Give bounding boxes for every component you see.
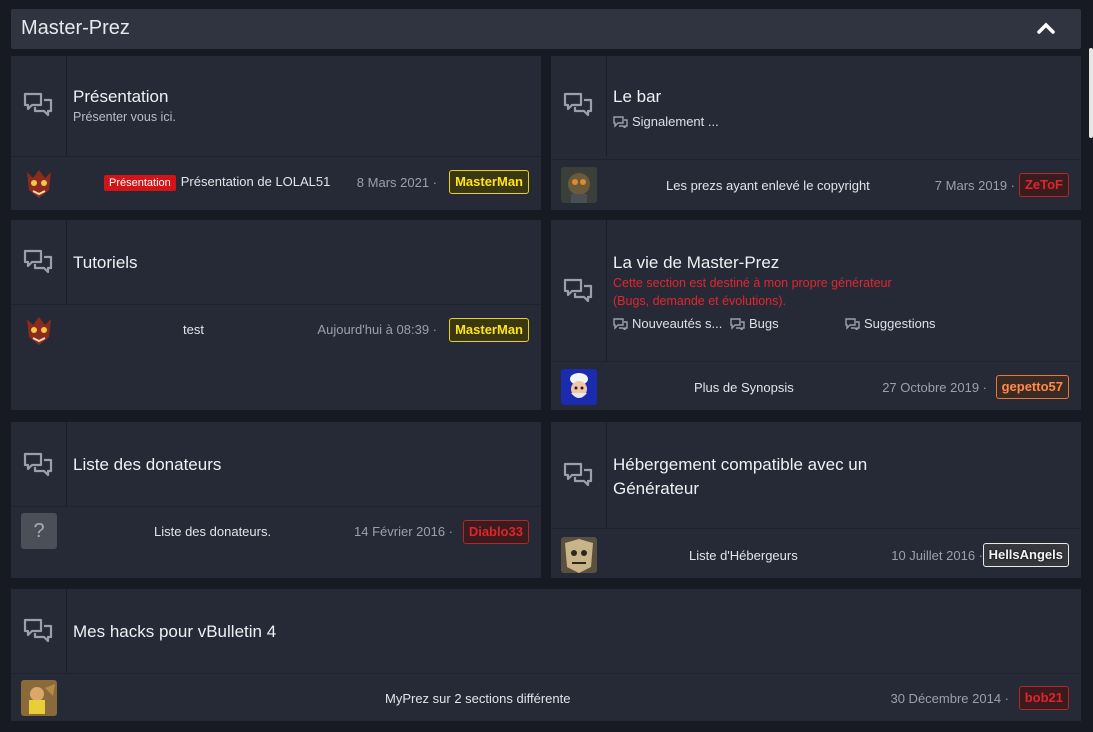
last-post-title[interactable]: Liste d'Hébergeurs xyxy=(689,548,798,563)
forum-bubbles-icon xyxy=(563,462,593,487)
subforum-link[interactable]: Signalement ... xyxy=(613,114,719,129)
last-post-title[interactable]: MyPrez sur 2 sections différente xyxy=(385,691,570,706)
divider xyxy=(11,506,541,507)
divider xyxy=(11,673,1081,674)
subforum-link[interactable]: Suggestions xyxy=(845,316,936,331)
forum-icon-wrap xyxy=(11,56,67,156)
avatar[interactable] xyxy=(21,164,57,200)
node-title[interactable]: Le bar xyxy=(613,87,661,107)
node-description: Cette section est destiné à mon propre g… xyxy=(613,276,892,290)
node-title[interactable]: Mes hacks pour vBulletin 4 xyxy=(73,622,276,642)
forum-node-hacks: Mes hacks pour vBulletin 4 MyPrez sur 2 … xyxy=(11,589,1081,721)
subforum-link[interactable]: Nouveautés s... xyxy=(613,316,722,331)
username-badge[interactable]: MasterMan xyxy=(449,318,529,342)
last-post-date: 8 Mars 2021 · xyxy=(356,175,437,190)
divider xyxy=(11,156,541,157)
username-badge[interactable]: bob21 xyxy=(1018,686,1069,710)
avatar[interactable] xyxy=(561,167,597,203)
node-title-2[interactable]: Générateur xyxy=(613,479,699,499)
page-scrollbar[interactable] xyxy=(1089,48,1093,138)
forum-bubbles-icon xyxy=(23,618,53,643)
forum-bubbles-icon xyxy=(23,249,53,274)
node-title[interactable]: Hébergement compatible avec un xyxy=(613,455,867,475)
category-header: Master-Prez xyxy=(11,9,1081,49)
node-title[interactable]: Tutoriels xyxy=(73,253,138,273)
divider xyxy=(11,304,541,305)
forum-node-la-vie: La vie de Master-Prez Cette section est … xyxy=(551,220,1081,410)
category-title[interactable]: Master-Prez xyxy=(21,17,130,40)
avatar-placeholder[interactable]: ? xyxy=(21,513,57,549)
last-post-date: 10 Juillet 2016 · xyxy=(891,548,983,563)
last-post-date: Aujourd'hui à 08:39 · xyxy=(317,322,437,337)
forum-icon-wrap xyxy=(11,589,67,673)
node-title[interactable]: Liste des donateurs xyxy=(73,455,221,475)
node-title[interactable]: La vie de Master-Prez xyxy=(613,253,779,273)
node-description: Présenter vous ici. xyxy=(73,110,176,124)
forum-icon-wrap xyxy=(551,220,607,361)
forum-node-hebergement: Hébergement compatible avec un Générateu… xyxy=(551,422,1081,578)
subforum-label[interactable]: Signalement ... xyxy=(632,114,719,129)
avatar[interactable] xyxy=(561,369,597,405)
subforum-label[interactable]: Bugs xyxy=(749,316,779,331)
username-badge[interactable]: ZeToF xyxy=(1018,173,1069,197)
forum-node-donateurs: Liste des donateurs ? Liste des donateur… xyxy=(11,422,541,578)
chevron-up-icon[interactable] xyxy=(1037,21,1055,35)
forum-node-tutoriels: Tutoriels test Aujourd'hui à 08:39 · Mas… xyxy=(11,220,541,410)
subforum-link[interactable]: Bugs xyxy=(730,316,779,331)
last-post-title[interactable]: Plus de Synopsis xyxy=(694,380,794,395)
username-badge[interactable]: MasterMan xyxy=(449,170,529,194)
prefix-badge[interactable]: Présentation xyxy=(104,175,176,191)
last-post-title[interactable]: Présentation de LOLAL51 xyxy=(181,174,331,189)
avatar[interactable] xyxy=(21,311,57,347)
forum-icon-wrap xyxy=(11,220,67,304)
subforum-bubble-icon xyxy=(730,318,745,330)
forum-icon-wrap xyxy=(551,422,607,528)
last-post-title[interactable]: Liste des donateurs. xyxy=(154,524,271,539)
last-post-title[interactable]: test xyxy=(183,322,204,337)
divider xyxy=(551,528,1081,529)
node-title[interactable]: Présentation xyxy=(73,87,168,107)
last-post-title[interactable]: Les prezs ayant enlevé le copyright xyxy=(666,178,870,193)
last-post-date: 30 Décembre 2014 · xyxy=(890,691,1009,706)
divider xyxy=(551,361,1081,362)
subforum-bubble-icon xyxy=(613,318,628,330)
last-post-date: 14 Février 2016 · xyxy=(354,524,453,539)
username-badge[interactable]: gepetto57 xyxy=(995,375,1069,399)
forum-bubbles-icon xyxy=(23,92,53,117)
forum-bubbles-icon xyxy=(23,452,53,477)
last-post-date: 7 Mars 2019 · xyxy=(934,178,1015,193)
subforum-label[interactable]: Nouveautés s... xyxy=(632,316,722,331)
forum-icon-wrap xyxy=(551,56,607,156)
forum-node-presentation: Présentation Présenter vous ici. Présent… xyxy=(11,56,541,210)
last-post-date: 27 Octobre 2019 · xyxy=(882,380,987,395)
avatar[interactable] xyxy=(561,537,597,573)
divider xyxy=(551,159,1081,160)
forum-bubbles-icon xyxy=(563,92,593,117)
username-badge[interactable]: Diablo33 xyxy=(462,520,529,544)
last-post-link[interactable]: Présentation Présentation de LOLAL51 xyxy=(104,174,330,191)
subforum-label[interactable]: Suggestions xyxy=(864,316,936,331)
username-badge[interactable]: HellsAngels xyxy=(982,543,1069,567)
subforum-bubble-icon xyxy=(845,318,860,330)
avatar[interactable] xyxy=(21,680,57,716)
subforum-bubble-icon xyxy=(613,116,628,128)
forum-icon-wrap xyxy=(11,422,67,506)
node-description-2: (Bugs, demande et évolutions). xyxy=(613,294,787,308)
forum-node-le-bar: Le bar Signalement ... Les prezs ayant e… xyxy=(551,56,1081,210)
forum-bubbles-icon xyxy=(563,278,593,303)
